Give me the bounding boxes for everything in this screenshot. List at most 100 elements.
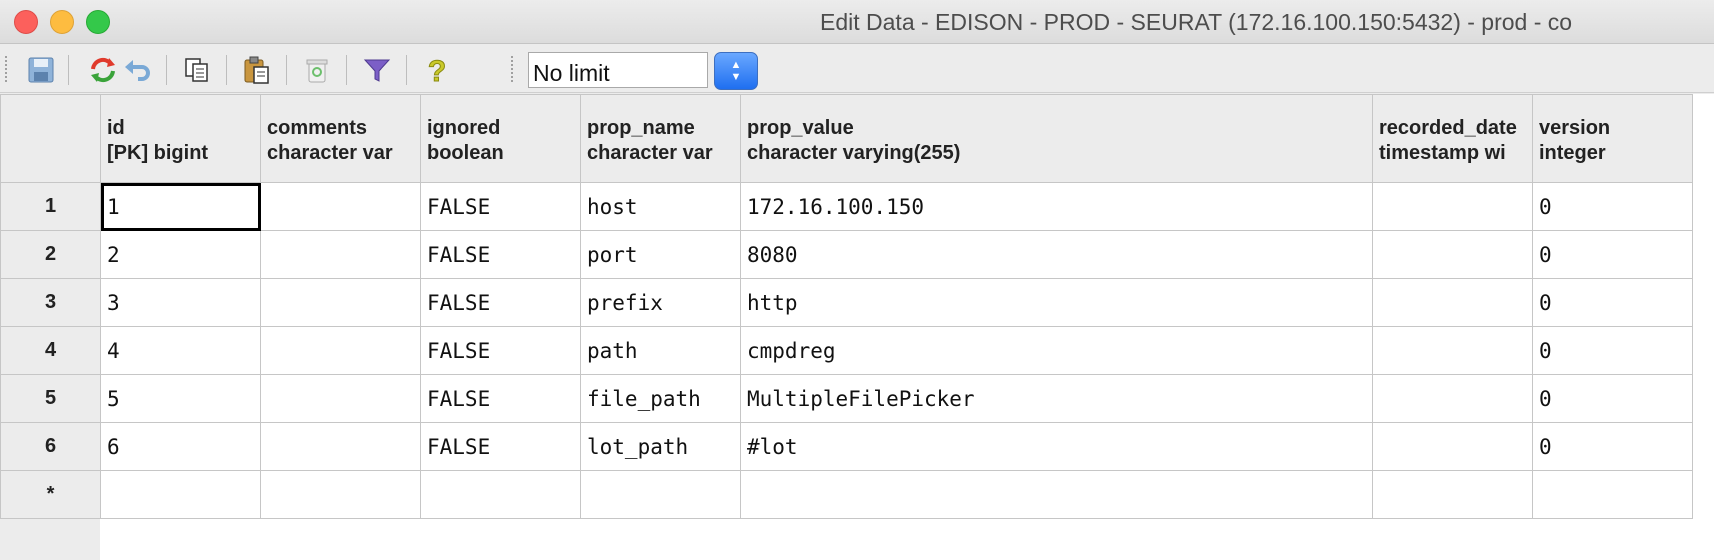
new-cell-recorded-date[interactable]: [1372, 470, 1533, 519]
cell-comments[interactable]: [260, 182, 421, 231]
maximize-window-button[interactable]: [86, 10, 110, 34]
cell-version[interactable]: 0: [1532, 422, 1693, 471]
cell-prop-name[interactable]: path: [580, 326, 741, 375]
refresh-icon[interactable]: [86, 53, 120, 87]
column-header-recorded-date[interactable]: recorded_date timestamp wi: [1372, 94, 1533, 183]
new-cell-comments[interactable]: [260, 470, 421, 519]
minimize-window-button[interactable]: [50, 10, 74, 34]
cell-recorded-date[interactable]: [1372, 230, 1533, 279]
delete-icon[interactable]: [300, 53, 334, 87]
cell-id[interactable]: 4: [100, 326, 261, 375]
table-row: 2 2 FALSE port 8080 0: [0, 230, 1693, 279]
column-header-id[interactable]: id [PK] bigint: [100, 94, 261, 183]
cell-comments[interactable]: [260, 374, 421, 423]
cell-ignored[interactable]: FALSE: [420, 278, 581, 327]
toolbar-separator: [286, 55, 287, 85]
data-table: id [PK] bigint comments character var igno…: [0, 94, 1693, 519]
cell-ignored[interactable]: FALSE: [420, 326, 581, 375]
undo-icon[interactable]: [120, 53, 154, 87]
cell-id[interactable]: 3: [100, 278, 261, 327]
toolbar-separator: [68, 55, 69, 85]
cell-version[interactable]: 0: [1532, 182, 1693, 231]
toolbar-separator: [226, 55, 227, 85]
cell-ignored[interactable]: FALSE: [420, 230, 581, 279]
toolbar-separator: [406, 55, 407, 85]
cell-prop-value[interactable]: cmpdreg: [740, 326, 1373, 375]
row-number[interactable]: 1: [0, 182, 101, 231]
column-header-prop-value[interactable]: prop_value character varying(255): [740, 94, 1373, 183]
new-cell-prop-value[interactable]: [740, 470, 1373, 519]
row-number[interactable]: 5: [0, 374, 101, 423]
cell-prop-name[interactable]: port: [580, 230, 741, 279]
cell-prop-value[interactable]: 8080: [740, 230, 1373, 279]
cell-version[interactable]: 0: [1532, 278, 1693, 327]
cell-id[interactable]: 6: [100, 422, 261, 471]
new-cell-version[interactable]: [1532, 470, 1693, 519]
cell-prop-value[interactable]: http: [740, 278, 1373, 327]
cell-ignored[interactable]: FALSE: [420, 374, 581, 423]
cell-comments[interactable]: [260, 326, 421, 375]
save-icon[interactable]: [24, 53, 58, 87]
row-header-corner[interactable]: [0, 94, 101, 183]
table-row: 3 3 FALSE prefix http 0: [0, 278, 1693, 327]
toolbar-separator: [166, 55, 167, 85]
cell-recorded-date[interactable]: [1372, 182, 1533, 231]
toolbar-grip[interactable]: [4, 55, 8, 83]
table-row: 5 5 FALSE file_path MultipleFilePicker 0: [0, 374, 1693, 423]
column-header-ignored[interactable]: ignored boolean: [420, 94, 581, 183]
cell-prop-name[interactable]: file_path: [580, 374, 741, 423]
cell-prop-name[interactable]: prefix: [580, 278, 741, 327]
cell-recorded-date[interactable]: [1372, 326, 1533, 375]
table-row: 6 6 FALSE lot_path #lot 0: [0, 422, 1693, 471]
new-cell-id[interactable]: [100, 470, 261, 519]
cell-prop-name[interactable]: lot_path: [580, 422, 741, 471]
row-limit-stepper[interactable]: ▲ ▼: [714, 52, 758, 90]
filter-icon[interactable]: [360, 53, 394, 87]
cell-prop-value[interactable]: 172.16.100.150: [740, 182, 1373, 231]
row-number[interactable]: 4: [0, 326, 101, 375]
cell-ignored[interactable]: FALSE: [420, 182, 581, 231]
cell-recorded-date[interactable]: [1372, 422, 1533, 471]
cell-comments[interactable]: [260, 278, 421, 327]
column-header-version[interactable]: version integer: [1532, 94, 1693, 183]
table-row: 4 4 FALSE path cmpdreg 0: [0, 326, 1693, 375]
cell-comments[interactable]: [260, 422, 421, 471]
chevron-down-icon: ▼: [730, 71, 742, 83]
cell-id[interactable]: 5: [100, 374, 261, 423]
cell-ignored[interactable]: FALSE: [420, 422, 581, 471]
toolbar-grip[interactable]: [510, 55, 514, 83]
help-icon[interactable]: ?: [420, 53, 454, 87]
new-cell-ignored[interactable]: [420, 470, 581, 519]
row-number[interactable]: 6: [0, 422, 101, 471]
cell-recorded-date[interactable]: [1372, 278, 1533, 327]
column-header-prop-name[interactable]: prop_name character var: [580, 94, 741, 183]
cell-recorded-date[interactable]: [1372, 374, 1533, 423]
cell-id[interactable]: 2: [100, 230, 261, 279]
row-number[interactable]: 3: [0, 278, 101, 327]
title-bar: Edit Data - EDISON - PROD - SEURAT (172.…: [0, 0, 1714, 44]
cell-prop-value[interactable]: #lot: [740, 422, 1373, 471]
svg-text:?: ?: [428, 55, 446, 85]
copy-icon[interactable]: [180, 53, 214, 87]
cell-prop-name[interactable]: host: [580, 182, 741, 231]
cell-version[interactable]: 0: [1532, 326, 1693, 375]
window-title: Edit Data - EDISON - PROD - SEURAT (172.…: [820, 9, 1573, 35]
cell-version[interactable]: 0: [1532, 374, 1693, 423]
cell-prop-value[interactable]: MultipleFilePicker: [740, 374, 1373, 423]
toolbar: ? No limit ▲ ▼: [0, 45, 1714, 93]
row-number[interactable]: 2: [0, 230, 101, 279]
close-window-button[interactable]: [14, 10, 38, 34]
paste-icon[interactable]: [240, 53, 274, 87]
table-row: 1 1 FALSE host 172.16.100.150 0: [0, 182, 1693, 231]
header-row: id [PK] bigint comments character var igno…: [0, 94, 1693, 183]
cell-comments[interactable]: [260, 230, 421, 279]
new-row-marker[interactable]: *: [0, 470, 101, 519]
data-grid: id [PK] bigint comments character var igno…: [0, 94, 1714, 560]
new-row: *: [0, 470, 1693, 519]
new-cell-prop-name[interactable]: [580, 470, 741, 519]
cell-version[interactable]: 0: [1532, 230, 1693, 279]
cell-id[interactable]: 1: [100, 182, 261, 231]
column-header-comments[interactable]: comments character var: [260, 94, 421, 183]
chevron-up-icon: ▲: [730, 59, 742, 71]
row-limit-select[interactable]: No limit: [528, 52, 708, 88]
